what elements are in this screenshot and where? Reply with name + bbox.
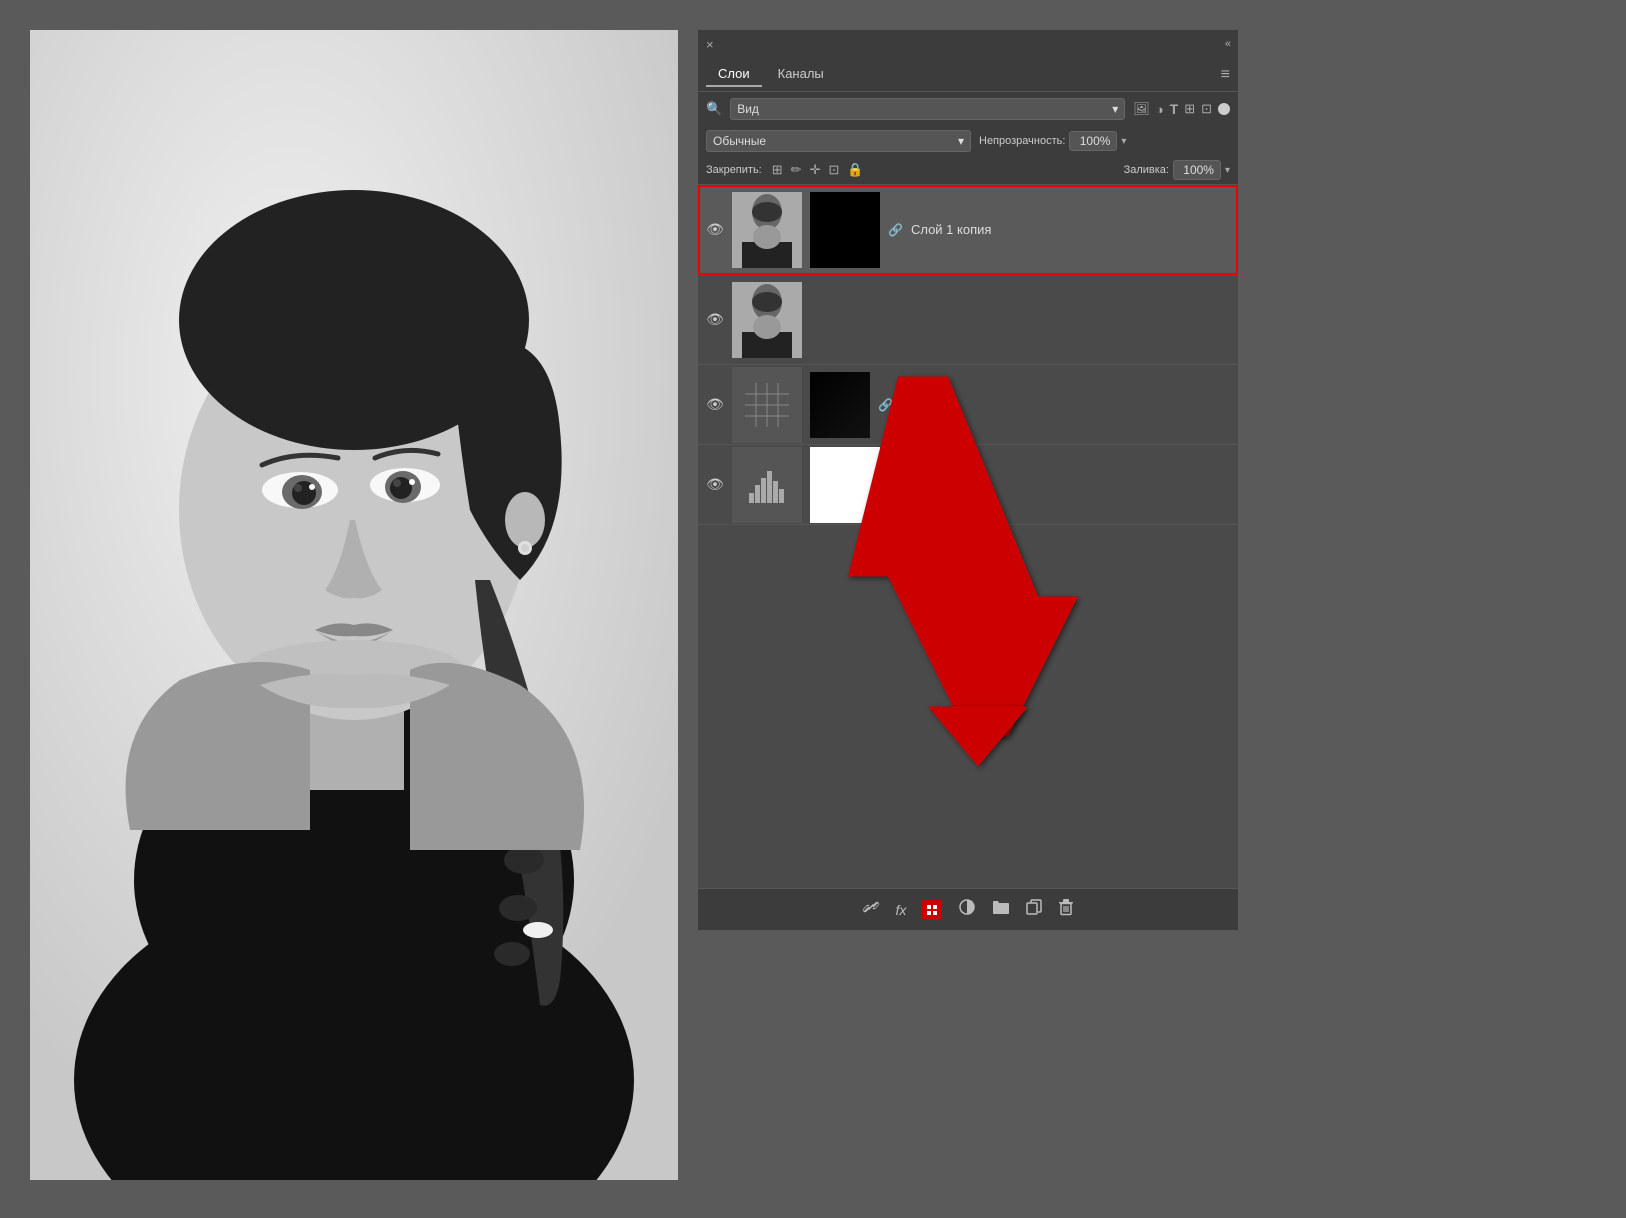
panel-close-button[interactable]: × (706, 37, 714, 52)
duplicate-layer-button[interactable] (1026, 899, 1042, 920)
filter-dropdown-arrow: ▾ (1112, 102, 1118, 116)
filter-text-icon[interactable]: T (1170, 101, 1179, 117)
add-mask-button[interactable] (958, 898, 976, 921)
link-layers-button[interactable] (862, 898, 880, 921)
lock-transparency-icon[interactable]: ⊞ (772, 162, 783, 178)
layer-link-levels[interactable]: 🔗 (888, 478, 903, 492)
layer-name-copy: Слой 1 копия (911, 222, 1230, 237)
main-area: × « Слои Каналы ≡ 🔍 Вид ▾ 🖼 ◑ T ⊞ (0, 0, 1626, 1218)
photo-canvas (30, 30, 678, 1180)
panel-collapse-button[interactable]: « (1225, 38, 1230, 50)
layer-mask-levels (810, 447, 880, 523)
filter-toggle-circle[interactable] (1218, 103, 1230, 115)
lock-all-icon[interactable]: 🔒 (847, 162, 863, 178)
filter-icons: 🖼 ◑ T ⊞ ⊡ (1133, 101, 1230, 117)
blend-row: Обычные ▾ Непрозрачность: 100% ▾ (698, 126, 1238, 156)
opacity-dropdown-arrow[interactable]: ▾ (1121, 136, 1126, 147)
fill-dropdown-arrow[interactable]: ▾ (1225, 165, 1230, 176)
search-icon: 🔍 (706, 101, 722, 117)
lock-row: Закрепить: ⊞ ✏ ✛ ⊡ 🔒 Заливка: 100% ▾ (698, 156, 1238, 185)
layer-item-levels[interactable]: 👁 🔗 Уровни (698, 445, 1238, 525)
layer-name-levels: Уровни 1 (911, 477, 1230, 492)
portrait-svg (30, 30, 678, 1180)
layer-eye-curves[interactable]: 👁 (706, 396, 724, 413)
layer-eye-copy[interactable]: 👁 (706, 221, 724, 238)
filter-circle-icon[interactable]: ◑ (1156, 102, 1164, 117)
layer-mask-curves (810, 372, 870, 438)
layer-item-curves[interactable]: 👁 🔗 ивые 2 (698, 365, 1238, 445)
lock-move-icon[interactable]: ✛ (810, 162, 821, 178)
layer-thumb-1 (732, 282, 802, 358)
photo-background (30, 30, 678, 1180)
layers-panel: × « Слои Каналы ≡ 🔍 Вид ▾ 🖼 ◑ T ⊞ (698, 30, 1238, 930)
tabs-row: Слои Каналы ≡ (698, 58, 1238, 92)
lock-icons: ⊞ ✏ ✛ ⊡ 🔒 (772, 162, 864, 178)
filter-row: 🔍 Вид ▾ 🖼 ◑ T ⊞ ⊡ (698, 92, 1238, 126)
tab-layers[interactable]: Слои (706, 62, 762, 87)
layer-mask-copy (810, 192, 880, 268)
layer-adj-icon-levels (732, 447, 802, 523)
filter-smart-icon[interactable]: ⊡ (1201, 101, 1212, 117)
layers-list: 👁 🔗 Слой 1 копия (698, 185, 1238, 888)
layer-fx-button[interactable]: fx (896, 902, 907, 918)
blend-dropdown-arrow: ▾ (958, 134, 964, 148)
filter-shape-icon[interactable]: ⊞ (1184, 101, 1195, 117)
lock-label: Закрепить: (706, 164, 762, 176)
tabs-left: Слои Каналы (706, 62, 836, 87)
fill-input[interactable]: 100% (1173, 160, 1221, 180)
filter-dropdown[interactable]: Вид ▾ (730, 98, 1125, 120)
delete-layer-button[interactable] (1058, 898, 1074, 921)
layer-item-1[interactable]: 👁 (698, 275, 1238, 365)
panel-toolbar: fx (698, 888, 1238, 930)
blend-mode-dropdown[interactable]: Обычные ▾ (706, 130, 971, 152)
layer-name-curves: ивые 2 (901, 397, 1230, 412)
layer-link-curves[interactable]: 🔗 (878, 398, 893, 412)
layer-eye-levels[interactable]: 👁 (706, 476, 724, 493)
opacity-input[interactable]: 100% (1069, 131, 1117, 151)
opacity-label: Непрозрачность: (979, 135, 1065, 147)
opacity-row: Непрозрачность: 100% ▾ (979, 131, 1230, 151)
layer-eye-1[interactable]: 👁 (706, 311, 724, 328)
layer-link-copy[interactable]: 🔗 (888, 223, 903, 237)
layer-item-copy[interactable]: 👁 🔗 Слой 1 копия (698, 185, 1238, 275)
filter-label: Вид (737, 102, 759, 116)
tab-channels[interactable]: Каналы (766, 62, 836, 87)
lock-crop-icon[interactable]: ⊡ (828, 162, 839, 178)
new-adjustment-layer-button[interactable] (922, 900, 942, 920)
layer-adj-icon-curves (732, 367, 802, 443)
fill-row: Заливка: 100% ▾ (1124, 160, 1230, 180)
filter-image-icon[interactable]: 🖼 (1133, 101, 1150, 117)
lock-pixels-icon[interactable]: ✏ (791, 162, 802, 178)
panel-titlebar: × « (698, 30, 1238, 58)
panel-menu-icon[interactable]: ≡ (1221, 66, 1230, 84)
layer-thumb-copy (732, 192, 802, 268)
fill-label: Заливка: (1124, 164, 1169, 176)
blend-mode-label: Обычные (713, 134, 766, 148)
new-group-button[interactable] (992, 899, 1010, 920)
